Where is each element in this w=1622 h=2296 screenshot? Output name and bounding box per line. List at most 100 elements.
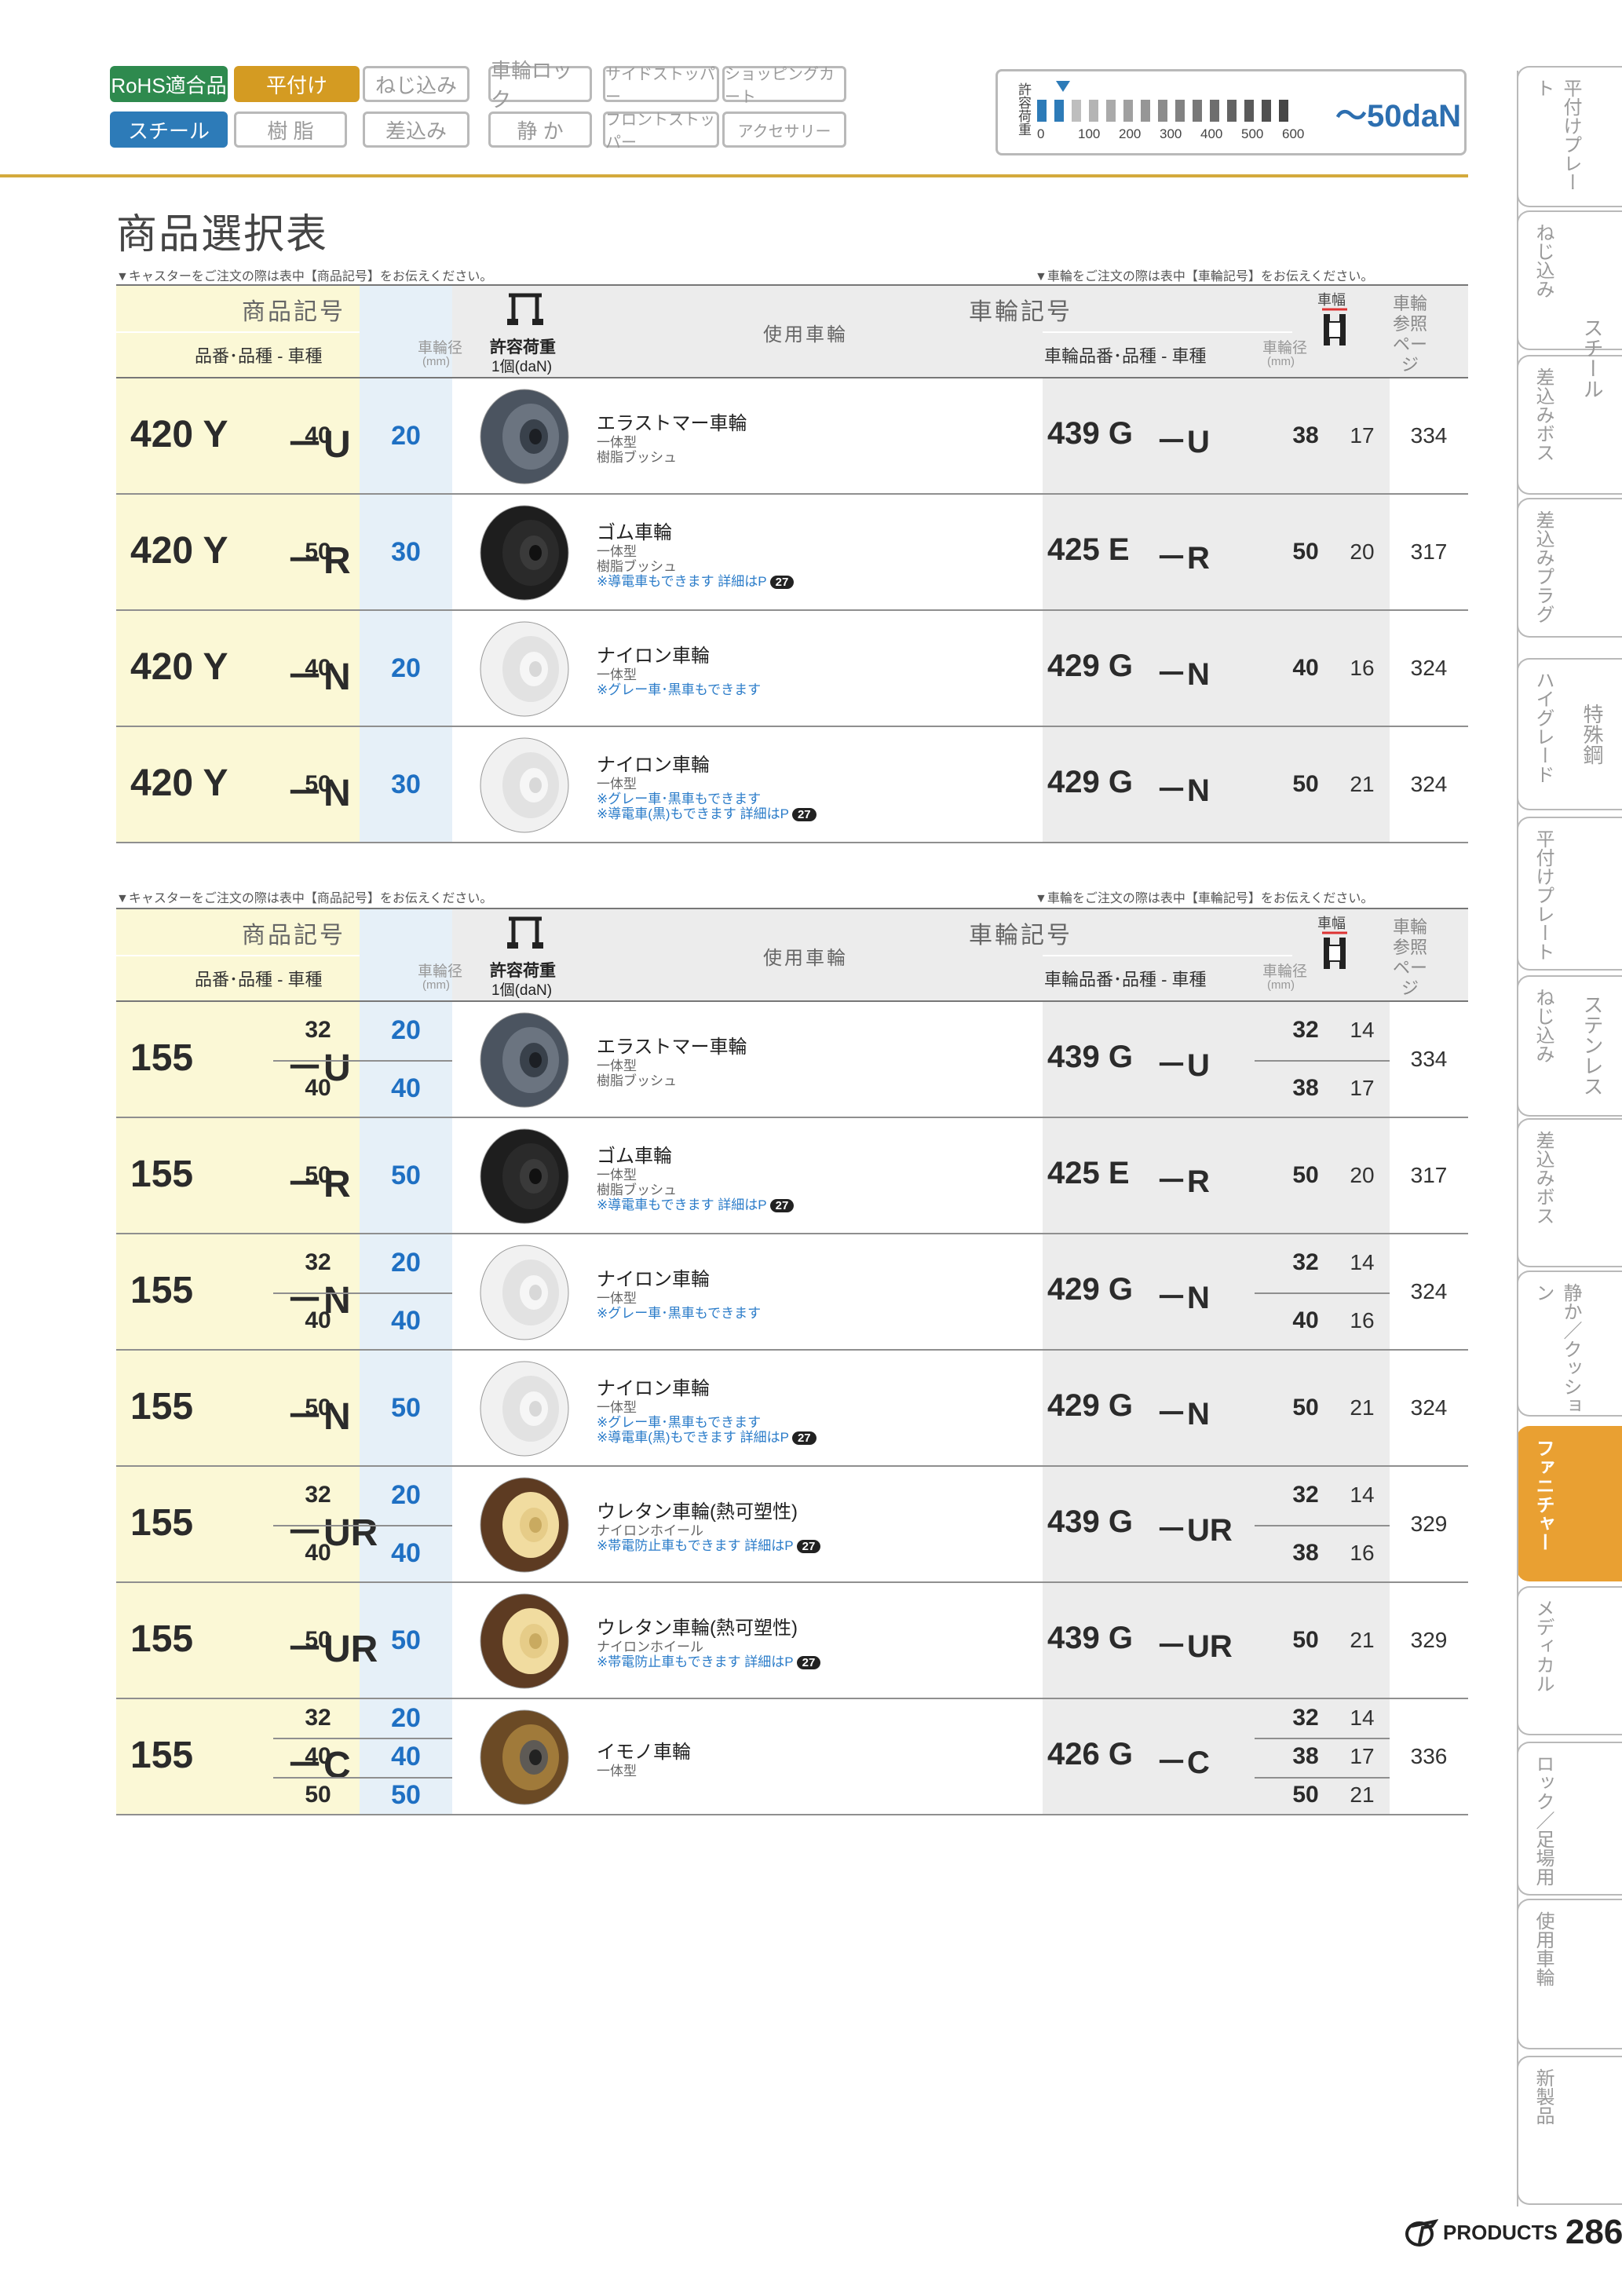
scale-bar bbox=[1089, 100, 1098, 122]
side-tab-8[interactable]: 静か／クッション bbox=[1517, 1270, 1622, 1417]
reference-page[interactable]: 324 bbox=[1390, 1395, 1468, 1420]
side-tab-10[interactable]: メディカル bbox=[1517, 1586, 1622, 1735]
allow-load-value: 20 bbox=[391, 1702, 421, 1733]
reference-page[interactable]: 336 bbox=[1390, 1744, 1468, 1769]
allow-load-value: 20 bbox=[391, 421, 421, 451]
page-title: 商品選択表 bbox=[116, 212, 329, 258]
header-ref-page: 車輪参照ページ bbox=[1392, 294, 1427, 375]
scale-bar bbox=[1227, 100, 1237, 122]
side-tab-9[interactable]: ファニチャー bbox=[1517, 1426, 1622, 1581]
scale-bar bbox=[1158, 100, 1167, 122]
tag-0[interactable]: RoHS適合品 bbox=[110, 66, 228, 102]
reference-page[interactable]: 317 bbox=[1390, 539, 1468, 565]
header-wheel-bg bbox=[452, 909, 1468, 1000]
tag-5[interactable]: ショッピングカート bbox=[722, 66, 846, 106]
page-badge[interactable]: 27 bbox=[796, 1540, 821, 1553]
table-row: 420 Y －R 50 30 ゴム車輪 一体型 樹脂ブッシュ ※導電車もできます 詳細はP 27… bbox=[116, 495, 1468, 611]
wheel-width: 21 bbox=[1350, 1782, 1375, 1808]
reference-page[interactable]: 317 bbox=[1390, 1163, 1468, 1188]
sub-divider bbox=[1255, 1525, 1390, 1526]
allow-load-value: 50 bbox=[391, 1393, 421, 1423]
wheel-spec: 樹脂ブッシュ bbox=[597, 450, 677, 465]
wheel-note-line: ※グレー車･黒車もできます bbox=[597, 1302, 761, 1322]
wheel-diameter: 40 bbox=[305, 1075, 331, 1101]
tag-11[interactable]: アクセサリー bbox=[722, 112, 846, 148]
header-wheel-code: 車輪記号 bbox=[969, 923, 1072, 949]
reference-page[interactable]: 334 bbox=[1390, 1047, 1468, 1072]
side-tab-0[interactable]: 平付けプレート bbox=[1517, 66, 1622, 207]
side-tab-5[interactable]: 平付けプレート bbox=[1517, 817, 1622, 971]
table-header: 商品記号 品番･品種 - 車種 車輪径 (mm) 許容荷重 1個(daN) 使用車輪 車輪記号… bbox=[116, 284, 1468, 378]
reference-page[interactable]: 334 bbox=[1390, 423, 1468, 448]
tag-9[interactable]: 静 か bbox=[488, 112, 592, 148]
wheel-note-line: ※導電車もできます 詳細はP 27 bbox=[597, 570, 795, 590]
caster-order-note-2: ▼キャスターをご注文の際は表中【商品記号】をお伝えください。 bbox=[116, 892, 493, 905]
page-badge[interactable]: 27 bbox=[796, 1656, 821, 1669]
tag-8[interactable]: 差込み bbox=[363, 112, 469, 148]
wheel-code: 429 G bbox=[1047, 1388, 1133, 1423]
allow-load-value: 50 bbox=[391, 1161, 421, 1190]
tag-6[interactable]: スチール bbox=[110, 112, 228, 148]
wheel-type: －N bbox=[1156, 1281, 1210, 1315]
page-badge[interactable]: 27 bbox=[769, 1198, 795, 1212]
side-tab-7[interactable]: 差込みボス bbox=[1517, 1118, 1622, 1267]
side-tab-label: ファニチャー bbox=[1532, 1439, 1554, 1552]
header-wheel-dia: 車輪径 bbox=[418, 340, 463, 356]
side-tab-3[interactable]: 差込みプラグ bbox=[1517, 498, 1622, 638]
wheel-image bbox=[476, 1358, 578, 1464]
load-caster-icon bbox=[506, 291, 545, 331]
allow-load-value: 40 bbox=[391, 1306, 421, 1336]
wheel-image bbox=[476, 1590, 578, 1696]
tag-10[interactable]: フロントストッパー bbox=[603, 112, 719, 152]
side-tab-13[interactable]: 新製品 bbox=[1517, 2056, 1622, 2205]
reference-page[interactable]: 329 bbox=[1390, 1512, 1468, 1537]
reference-page[interactable]: 324 bbox=[1390, 656, 1468, 681]
header-wheel-bg bbox=[452, 286, 1468, 377]
wheel-image bbox=[476, 1241, 578, 1347]
header-wheel-dia-2: 車輪径 bbox=[1262, 340, 1308, 356]
reference-page[interactable]: 329 bbox=[1390, 1628, 1468, 1653]
table-row: 420 Y －N 40 20 ナイロン車輪 一体型 ※グレー車･黒車もできます 429 G －N… bbox=[116, 611, 1468, 727]
wheel-note: ※帯電防止車もできます 詳細はP bbox=[597, 1538, 794, 1553]
wheel-diameter: 50 bbox=[305, 1782, 331, 1808]
wheel-note: ※導電車(黒)もできます 詳細はP bbox=[597, 1429, 789, 1445]
wheel-image bbox=[476, 1009, 578, 1115]
sub-divider bbox=[273, 1738, 452, 1740]
allow-load-value: 20 bbox=[391, 1480, 421, 1510]
wheel-spec: 樹脂ブッシュ bbox=[597, 1073, 677, 1088]
tag-2[interactable]: ねじ込み bbox=[363, 66, 469, 102]
tag-1[interactable]: 平付け bbox=[234, 66, 360, 102]
wheel-note: ※グレー車･黒車もできます bbox=[597, 682, 762, 697]
wheel-code-diameter: 32 bbox=[1292, 1482, 1319, 1508]
wheel-code-diameter: 50 bbox=[1292, 539, 1319, 565]
wheel-diameter: 50 bbox=[305, 539, 331, 565]
tag-3[interactable]: 車輪ロック bbox=[488, 59, 592, 112]
reference-page[interactable]: 324 bbox=[1390, 772, 1468, 797]
header-product-code: 商品記号 bbox=[242, 299, 345, 325]
allow-load-value: 50 bbox=[391, 1780, 421, 1811]
wheel-diameter: 32 bbox=[305, 1017, 331, 1043]
tag-7[interactable]: 樹 脂 bbox=[234, 112, 347, 148]
header-wheel-used: 使用車輪 bbox=[763, 324, 848, 345]
wheel-width: 21 bbox=[1350, 772, 1375, 796]
table-header: 商品記号 品番･品種 - 車種 車輪径 (mm) 許容荷重 1個(daN) 使用車輪 車輪記号… bbox=[116, 908, 1468, 1002]
wheel-diameter: 40 bbox=[305, 1540, 331, 1566]
wheel-code-diameter: 38 bbox=[1292, 1075, 1319, 1101]
product-code: 155 bbox=[130, 1270, 194, 1311]
table-row: 155 －N 32 20 40 40 ナイロン車輪 一体型 ※グレー車･黒車もできます 429 G… bbox=[116, 1234, 1468, 1351]
page-badge[interactable]: 27 bbox=[769, 575, 795, 589]
allow-load-value: 20 bbox=[391, 1248, 421, 1278]
header-product-sub: 品番･品種 - 車種 bbox=[195, 346, 323, 366]
load-scale-label: 許容荷重 bbox=[1016, 82, 1031, 136]
header-wheel-sub: 車輪品番･品種 - 車種 bbox=[1044, 346, 1207, 366]
category-stainless: ステンレス bbox=[1580, 994, 1604, 1096]
page-badge[interactable]: 27 bbox=[791, 1431, 816, 1445]
reference-page[interactable]: 324 bbox=[1390, 1279, 1468, 1304]
wheel-image bbox=[476, 502, 578, 608]
allow-load-value: 40 bbox=[391, 1073, 421, 1103]
wheel-code: 425 E bbox=[1047, 1156, 1130, 1190]
side-tab-12[interactable]: 使用車輪 bbox=[1517, 1899, 1622, 2049]
tag-4[interactable]: サイドストッパー bbox=[603, 66, 719, 106]
side-tab-11[interactable]: ロック／足場用 bbox=[1517, 1742, 1622, 1896]
page-badge[interactable]: 27 bbox=[791, 807, 816, 821]
